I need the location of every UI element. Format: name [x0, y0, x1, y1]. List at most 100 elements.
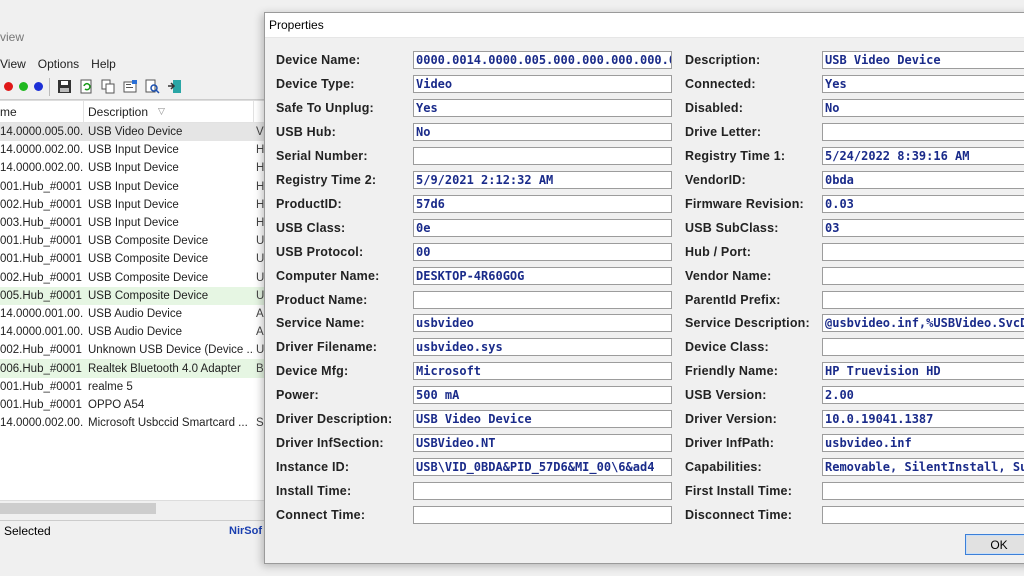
- property-value-field[interactable]: 03: [822, 218, 1024, 237]
- row-extra-cell: U: [256, 289, 264, 302]
- property-value-field[interactable]: 5/24/2022 8:39:16 AM: [822, 146, 1024, 165]
- property-row: VendorID: 0bda: [265, 170, 1024, 189]
- copy-icon[interactable]: [100, 79, 116, 95]
- property-value-field[interactable]: 0bda: [822, 170, 1024, 189]
- table-row[interactable]: 001.Hub_#0001 USB Composite Device U: [0, 250, 264, 268]
- table-row[interactable]: 003.Hub_#0001 USB Input Device H: [0, 214, 264, 232]
- row-description-cell: USB Input Device: [88, 162, 179, 175]
- property-label: Firmware Revision:: [685, 196, 804, 211]
- property-value-field[interactable]: HP Truevision HD: [822, 362, 1024, 381]
- dialog-title: Properties: [265, 13, 1024, 38]
- row-extra-cell: V: [256, 126, 264, 139]
- property-row: Drive Letter:: [265, 122, 1024, 141]
- property-label: Description:: [685, 53, 761, 67]
- row-description-cell: OPPO A54: [88, 398, 145, 411]
- table-row[interactable]: 005.Hub_#0001 USB Composite Device U: [0, 286, 264, 305]
- scrollbar-thumb[interactable]: [0, 503, 156, 514]
- property-value-field[interactable]: 2.00: [822, 386, 1024, 405]
- table-row[interactable]: 14.0000.002.00... Microsoft Usbccid Smart…: [0, 414, 264, 432]
- ok-button[interactable]: OK: [965, 534, 1024, 555]
- property-value-field[interactable]: [822, 482, 1024, 501]
- property-row: USB Version: 2.00: [265, 386, 1024, 405]
- property-value-field[interactable]: usbvideo.inf: [822, 434, 1024, 453]
- row-description-cell: USB Video Device: [88, 126, 183, 139]
- property-value-field[interactable]: [822, 242, 1024, 261]
- property-row: Disconnect Time:: [265, 506, 1024, 525]
- row-name-cell: 005.Hub_#0001: [0, 289, 82, 302]
- row-extra-cell: A: [256, 326, 264, 339]
- table-row[interactable]: 14.0000.001.00... USB Audio Device A: [0, 323, 264, 341]
- property-row: Vendor Name:: [265, 266, 1024, 285]
- property-value-field[interactable]: [822, 290, 1024, 309]
- table-row[interactable]: 14.0000.002.00... USB Input Device H: [0, 159, 264, 177]
- row-description-cell: USB Input Device: [88, 217, 179, 230]
- save-icon[interactable]: [56, 79, 72, 95]
- row-description-cell: Unknown USB Device (Device ...: [88, 344, 254, 357]
- property-value-field[interactable]: 10.0.19041.1387: [822, 410, 1024, 429]
- menu-view[interactable]: View: [0, 57, 32, 71]
- menu-bar: View Options Help: [0, 54, 122, 74]
- property-value-field[interactable]: [822, 122, 1024, 141]
- table-row[interactable]: 002.Hub_#0001 Unknown USB Device (Device …: [0, 341, 264, 359]
- table-row[interactable]: 001.Hub_#0001 realme 5: [0, 378, 264, 396]
- property-label: Service Description:: [685, 316, 810, 331]
- row-description-cell: realme 5: [88, 380, 133, 393]
- table-row[interactable]: 006.Hub_#0001 Realtek Bluetooth 4.0 Adapt…: [0, 359, 264, 378]
- device-list[interactable]: me Description ▽ 14.0000.005.00... USB Vi…: [0, 100, 264, 500]
- column-header-name[interactable]: me: [0, 101, 84, 122]
- property-label: Drive Letter:: [685, 124, 762, 139]
- property-value-field[interactable]: [822, 506, 1024, 525]
- property-value-field[interactable]: Removable, SilentInstall, Surpris: [822, 458, 1024, 477]
- menu-options[interactable]: Options: [32, 57, 85, 71]
- property-row: Driver Version: 10.0.19041.1387: [265, 410, 1024, 429]
- row-extra-cell: H: [256, 180, 264, 193]
- property-value-field[interactable]: @usbvideo.inf,%USBVideo.SvcD: [822, 314, 1024, 333]
- status-brand-link[interactable]: NirSof: [229, 525, 264, 537]
- column-header-description[interactable]: Description ▽: [84, 101, 254, 122]
- properties-icon[interactable]: [122, 79, 138, 95]
- row-description-cell: USB Composite Device: [88, 235, 209, 248]
- list-rows: 14.0000.005.00... USB Video Device V 14.000…: [0, 123, 264, 432]
- green-dot-icon[interactable]: [19, 82, 28, 91]
- property-label: Registry Time 1:: [685, 148, 786, 163]
- row-name-cell: 003.Hub_#0001: [0, 217, 82, 230]
- toolbar-separator: [49, 77, 50, 96]
- property-label: USB Version:: [685, 388, 767, 403]
- row-name-cell: 002.Hub_#0001: [0, 198, 82, 211]
- table-row[interactable]: 001.Hub_#0001 USB Composite Device U: [0, 232, 264, 250]
- row-extra-cell: B: [256, 362, 264, 375]
- refresh-icon[interactable]: [78, 79, 94, 95]
- find-icon[interactable]: [144, 79, 160, 95]
- table-row[interactable]: 14.0000.001.00... USB Audio Device A: [0, 305, 264, 323]
- property-row: Description: USB Video Device: [265, 51, 1024, 69]
- property-value-field[interactable]: [822, 338, 1024, 357]
- property-value-field[interactable]: 0.03: [822, 194, 1024, 213]
- row-extra-cell: H: [256, 162, 264, 175]
- red-dot-icon[interactable]: [4, 82, 13, 91]
- property-label: Device Class:: [685, 340, 769, 355]
- table-row[interactable]: 001.Hub_#0001 USB Input Device H: [0, 178, 264, 196]
- property-value-field[interactable]: [822, 266, 1024, 285]
- row-description-cell: USB Audio Device: [88, 326, 182, 339]
- row-name-cell: 002.Hub_#0001: [0, 344, 82, 357]
- property-row: Capabilities: Removable, SilentInstall, S…: [265, 458, 1024, 477]
- horizontal-scrollbar[interactable]: [0, 500, 264, 515]
- row-description-cell: Realtek Bluetooth 4.0 Adapter: [88, 362, 241, 375]
- row-name-cell: 001.Hub_#0001: [0, 235, 82, 248]
- table-row[interactable]: 001.Hub_#0001 OPPO A54: [0, 396, 264, 414]
- menu-help[interactable]: Help: [85, 57, 122, 71]
- table-row[interactable]: 14.0000.002.00... USB Input Device H: [0, 141, 264, 159]
- property-value-field[interactable]: USB Video Device: [822, 51, 1024, 69]
- table-row[interactable]: 002.Hub_#0001 USB Input Device H: [0, 196, 264, 214]
- exit-icon[interactable]: [166, 79, 182, 95]
- sort-indicator-icon: ▽: [158, 106, 165, 116]
- property-value-field[interactable]: Yes: [822, 74, 1024, 93]
- property-label: Driver InfPath:: [685, 436, 775, 451]
- table-row[interactable]: 14.0000.005.00... USB Video Device V: [0, 123, 264, 142]
- property-label: ParentId Prefix:: [685, 292, 781, 307]
- table-row[interactable]: 002.Hub_#0001 USB Composite Device U: [0, 269, 264, 287]
- column-header-extra[interactable]: [254, 101, 264, 122]
- row-extra-cell: U: [256, 235, 264, 248]
- blue-dot-icon[interactable]: [34, 82, 43, 91]
- property-value-field[interactable]: No: [822, 98, 1024, 117]
